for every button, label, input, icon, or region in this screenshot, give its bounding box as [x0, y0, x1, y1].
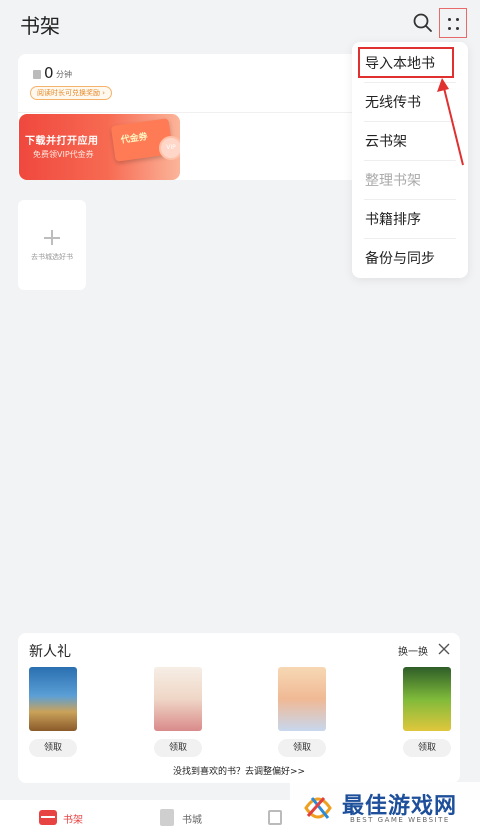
new-user-gift-card: 新人礼 换一换 领取 领取 领取 领取 没找到喜欢的书？去调整偏好>>: [18, 633, 460, 783]
reading-card: 0 分钟 阅读时长可兑换奖励 › 下载并打开应用 免费领VIP代金券 代金券 V…: [18, 54, 358, 180]
divider: [18, 112, 358, 113]
menu-item-backup-sync[interactable]: 备份与同步: [352, 238, 468, 277]
menu-item-label: 备份与同步: [365, 251, 435, 267]
dot-icon: [456, 27, 459, 30]
tab-bookstore[interactable]: 书城: [182, 811, 202, 826]
dot-icon: [456, 18, 459, 21]
page-title: 书架: [20, 14, 60, 38]
swap-button[interactable]: 换一换: [398, 643, 428, 658]
add-book-label: 去书城选好书: [31, 253, 73, 261]
promo-banner[interactable]: 下载并打开应用 免费领VIP代金券 代金券 VIP: [19, 114, 180, 180]
book-cover[interactable]: [154, 667, 202, 731]
voucher-label: 代金券: [120, 132, 149, 146]
reading-minutes: 0: [44, 64, 54, 82]
vip-coin-icon: VIP: [159, 136, 180, 160]
more-options-button[interactable]: [439, 8, 467, 38]
bookshelf-icon[interactable]: [39, 810, 57, 825]
dot-icon: [448, 18, 451, 21]
banner-subline: 免费领VIP代金券: [33, 150, 94, 159]
get-book-button[interactable]: 领取: [154, 739, 202, 757]
menu-item-label: 云书架: [365, 134, 407, 150]
bookstore-icon[interactable]: [160, 809, 174, 826]
dot-icon: [448, 27, 451, 30]
book-cover[interactable]: [278, 667, 326, 731]
book-icon: [33, 70, 41, 79]
menu-item-label: 无线传书: [365, 95, 421, 111]
gift-title: 新人礼: [29, 644, 71, 660]
menu-item-label: 整理书架: [365, 173, 421, 189]
get-book-button[interactable]: 领取: [403, 739, 451, 757]
banner-headline: 下载并打开应用: [25, 136, 99, 147]
add-book-card[interactable]: 去书城选好书: [18, 200, 86, 290]
tab-icon[interactable]: [268, 810, 282, 825]
watermark-logo-icon: [304, 797, 332, 819]
top-bar: 书架: [0, 0, 480, 48]
reward-link[interactable]: 阅读时长可兑换奖励 ›: [30, 86, 113, 100]
tab-bookshelf[interactable]: 书架: [63, 811, 83, 826]
menu-item-label: 书籍排序: [365, 212, 421, 228]
minutes-unit: 分钟: [56, 70, 72, 79]
adjust-preference-link[interactable]: 没找到喜欢的书？去调整偏好>>: [18, 764, 460, 777]
plus-icon: [44, 237, 60, 239]
get-book-button[interactable]: 领取: [29, 739, 77, 757]
watermark-subtitle: BEST GAME WEBSITE: [350, 816, 450, 824]
menu-item-sort-books[interactable]: 书籍排序: [352, 199, 468, 238]
annotation-arrow-icon: [437, 78, 464, 166]
watermark: 最佳游戏网 BEST GAME WEBSITE: [290, 782, 480, 835]
close-icon[interactable]: [438, 643, 450, 655]
search-icon[interactable]: [412, 12, 434, 34]
book-cover[interactable]: [29, 667, 77, 731]
book-cover[interactable]: [403, 667, 451, 731]
get-book-button[interactable]: 领取: [278, 739, 326, 757]
